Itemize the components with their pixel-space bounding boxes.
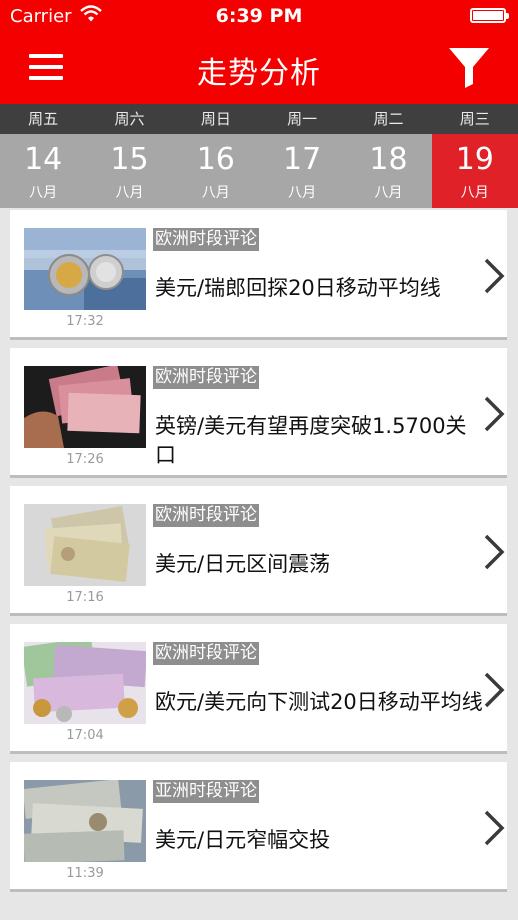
article-title: 英镑/美元有望再度突破1.5700关口	[155, 414, 467, 467]
date-month: 八月	[374, 185, 403, 201]
category-badge: 欧洲时段评论	[153, 504, 259, 527]
category-badge: 欧洲时段评论	[153, 366, 259, 389]
article-card[interactable]: 17:16 欧洲时段评论 美元/日元区间震荡	[10, 486, 507, 616]
date-picker: 14 八月 15 八月 16 八月 17 八月 18 八月 19 八月	[0, 134, 518, 208]
weekday-label: 周六	[114, 110, 145, 128]
article-thumbnail-pounds	[24, 366, 146, 448]
date-month: 八月	[201, 185, 230, 201]
date-cell-17[interactable]: 17 八月	[258, 134, 346, 208]
nav-bar: 走势分析	[0, 32, 518, 104]
article-time: 17:16	[66, 590, 104, 605]
battery-icon	[470, 8, 509, 23]
article-thumbnail-euros	[24, 642, 146, 724]
article-card[interactable]: 17:26 欧洲时段评论 英镑/美元有望再度突破1.5700关口	[10, 348, 507, 478]
weekday-row: 周五 周六 周日 周一 周二 周三	[0, 104, 518, 134]
filter-icon[interactable]	[446, 44, 492, 90]
article-time: 17:32	[66, 314, 104, 329]
weekday-label: 周三	[459, 110, 490, 128]
article-time: 17:26	[66, 452, 104, 467]
chevron-right-icon	[484, 810, 505, 846]
chevron-right-icon	[484, 396, 505, 432]
category-badge: 亚洲时段评论	[153, 780, 259, 803]
date-month: 八月	[460, 185, 489, 201]
date-month: 八月	[29, 185, 58, 201]
date-number: 16	[196, 142, 235, 177]
date-cell-18[interactable]: 18 八月	[345, 134, 432, 208]
article-thumbnail-coins	[24, 228, 146, 310]
article-card[interactable]: 17:04 欧洲时段评论 欧元/美元向下测试20日移动平均线	[10, 624, 507, 754]
chevron-right-icon	[484, 672, 505, 708]
date-cell-14[interactable]: 14 八月	[0, 134, 87, 208]
chevron-right-icon	[484, 258, 505, 294]
status-time: 6:39 PM	[215, 5, 303, 27]
article-card[interactable]: 11:39 亚洲时段评论 美元/日元窄幅交投	[10, 762, 507, 892]
weekday-label: 周五	[28, 110, 59, 128]
date-number: 17	[283, 142, 322, 177]
chevron-right-icon	[484, 534, 505, 570]
date-number: 19	[455, 142, 494, 177]
date-cell-19-selected[interactable]: 19 八月	[431, 134, 518, 208]
date-number: 15	[110, 142, 149, 177]
date-number: 14	[24, 142, 63, 177]
category-badge: 欧洲时段评论	[153, 642, 259, 665]
weekday-label: 周二	[373, 110, 404, 128]
date-cell-16[interactable]: 16 八月	[172, 134, 259, 208]
category-badge: 欧洲时段评论	[153, 228, 259, 251]
weekday-label: 周日	[200, 110, 231, 128]
article-time: 17:04	[66, 728, 104, 743]
article-title: 美元/瑞郎回探20日移动平均线	[155, 276, 441, 300]
date-month: 八月	[288, 185, 317, 201]
article-thumbnail-yen	[24, 504, 146, 586]
page-title: 走势分析	[197, 56, 321, 91]
weekday-label: 周一	[287, 110, 318, 128]
article-title: 美元/日元窄幅交投	[155, 828, 331, 852]
date-cell-15[interactable]: 15 八月	[86, 134, 173, 208]
article-title: 欧元/美元向下测试20日移动平均线	[155, 690, 483, 714]
date-number: 18	[369, 142, 408, 177]
article-title: 美元/日元区间震荡	[155, 552, 331, 576]
date-month: 八月	[115, 185, 144, 201]
status-bar: Carrier 6:39 PM	[0, 0, 518, 32]
article-thumbnail-yen-bills	[24, 780, 146, 862]
article-time: 11:39	[66, 866, 104, 881]
article-card[interactable]: 17:32 欧洲时段评论 美元/瑞郎回探20日移动平均线	[10, 210, 507, 340]
